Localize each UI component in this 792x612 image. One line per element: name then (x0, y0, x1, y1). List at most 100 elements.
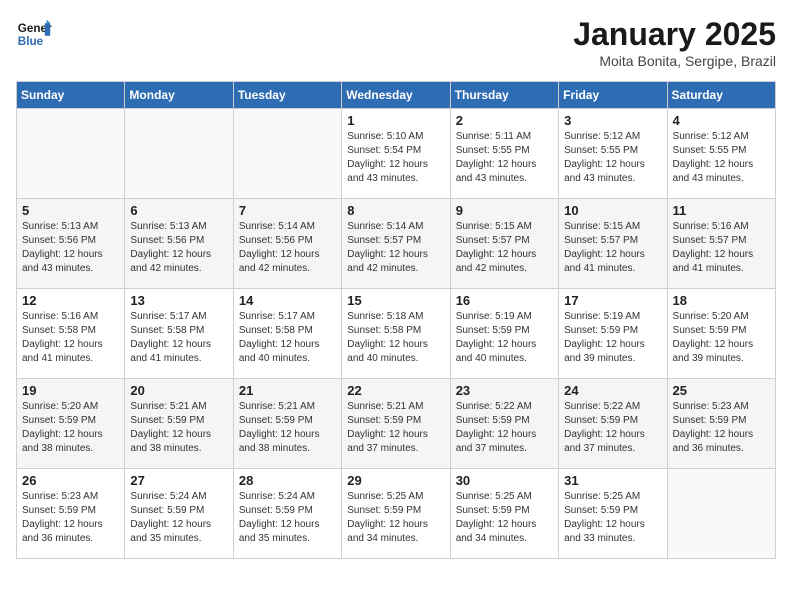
cell-info: Sunrise: 5:14 AMSunset: 5:57 PMDaylight:… (347, 220, 444, 276)
calendar-cell: 4 Sunrise: 5:12 AMSunset: 5:55 PMDaylight… (667, 109, 775, 199)
day-number: 27 (130, 473, 227, 488)
calendar-cell: 2 Sunrise: 5:11 AMSunset: 5:55 PMDaylight… (450, 109, 558, 199)
calendar-week-4: 19 Sunrise: 5:20 AMSunset: 5:59 PMDayligh… (17, 379, 776, 469)
day-number: 9 (456, 203, 553, 218)
day-number: 1 (347, 113, 444, 128)
day-number: 16 (456, 293, 553, 308)
day-number: 6 (130, 203, 227, 218)
weekday-header-monday: Monday (125, 82, 233, 109)
cell-info: Sunrise: 5:24 AMSunset: 5:59 PMDaylight:… (239, 490, 336, 546)
calendar-cell: 27Sunrise: 5:24 AMSunset: 5:59 PMDayligh… (125, 469, 233, 559)
day-number: 25 (673, 383, 770, 398)
calendar-cell: 1Sunrise: 5:10 AMSunset: 5:54 PMDaylight… (342, 109, 450, 199)
weekday-header-tuesday: Tuesday (233, 82, 341, 109)
calendar-cell: 7 Sunrise: 5:14 AMSunset: 5:56 PMDaylight… (233, 199, 341, 289)
calendar-cell: 6 Sunrise: 5:13 AMSunset: 5:56 PMDaylight… (125, 199, 233, 289)
day-number: 11 (673, 203, 770, 218)
calendar-cell: 23Sunrise: 5:22 AMSunset: 5:59 PMDayligh… (450, 379, 558, 469)
calendar-cell: 3 Sunrise: 5:12 AMSunset: 5:55 PMDaylight… (559, 109, 667, 199)
cell-info: Sunrise: 5:23 AMSunset: 5:59 PMDaylight:… (673, 400, 770, 456)
calendar-cell: 19 Sunrise: 5:20 AMSunset: 5:59 PMDayligh… (17, 379, 125, 469)
day-number: 20 (130, 383, 227, 398)
cell-info: Sunrise: 5:17 AMSunset: 5:58 PMDaylight:… (239, 310, 336, 366)
weekday-header-saturday: Saturday (667, 82, 775, 109)
cell-info: Sunrise: 5:14 AMSunset: 5:56 PMDaylight:… (239, 220, 336, 276)
cell-info: Sunrise: 5:13 AMSunset: 5:56 PMDaylight:… (130, 220, 227, 276)
calendar-cell: 5Sunrise: 5:13 AMSunset: 5:56 PMDaylight… (17, 199, 125, 289)
calendar-cell: 26Sunrise: 5:23 AMSunset: 5:59 PMDayligh… (17, 469, 125, 559)
cell-info: Sunrise: 5:15 AMSunset: 5:57 PMDaylight:… (456, 220, 553, 276)
calendar-cell (17, 109, 125, 199)
calendar-cell: 14 Sunrise: 5:17 AMSunset: 5:58 PMDayligh… (233, 289, 341, 379)
cell-info: Sunrise: 5:17 AMSunset: 5:58 PMDaylight:… (130, 310, 227, 366)
cell-info: Sunrise: 5:11 AMSunset: 5:55 PMDaylight:… (456, 130, 553, 186)
calendar-cell: 8 Sunrise: 5:14 AMSunset: 5:57 PMDaylight… (342, 199, 450, 289)
calendar-table: SundayMondayTuesdayWednesdayThursdayFrid… (16, 81, 776, 559)
calendar-cell: 13 Sunrise: 5:17 AMSunset: 5:58 PMDayligh… (125, 289, 233, 379)
day-number: 8 (347, 203, 444, 218)
day-number: 21 (239, 383, 336, 398)
calendar-cell: 10 Sunrise: 5:15 AMSunset: 5:57 PMDayligh… (559, 199, 667, 289)
day-number: 23 (456, 383, 553, 398)
cell-info: Sunrise: 5:25 AMSunset: 5:59 PMDaylight:… (564, 490, 661, 546)
calendar-cell: 25 Sunrise: 5:23 AMSunset: 5:59 PMDayligh… (667, 379, 775, 469)
cell-info: Sunrise: 5:16 AMSunset: 5:57 PMDaylight:… (673, 220, 770, 276)
day-number: 10 (564, 203, 661, 218)
weekday-header-sunday: Sunday (17, 82, 125, 109)
calendar-cell: 21 Sunrise: 5:21 AMSunset: 5:59 PMDayligh… (233, 379, 341, 469)
calendar-cell: 16 Sunrise: 5:19 AMSunset: 5:59 PMDayligh… (450, 289, 558, 379)
cell-info: Sunrise: 5:22 AMSunset: 5:59 PMDaylight:… (564, 400, 661, 456)
cell-info: Sunrise: 5:21 AMSunset: 5:59 PMDaylight:… (347, 400, 444, 456)
day-number: 26 (22, 473, 119, 488)
calendar-cell (233, 109, 341, 199)
calendar-cell (667, 469, 775, 559)
day-number: 7 (239, 203, 336, 218)
calendar-cell: 17Sunrise: 5:19 AMSunset: 5:59 PMDayligh… (559, 289, 667, 379)
cell-info: Sunrise: 5:25 AMSunset: 5:59 PMDaylight:… (347, 490, 444, 546)
svg-text:Blue: Blue (18, 35, 44, 48)
day-number: 30 (456, 473, 553, 488)
calendar-cell: 18Sunrise: 5:20 AMSunset: 5:59 PMDayligh… (667, 289, 775, 379)
day-number: 19 (22, 383, 119, 398)
calendar-cell: 12 Sunrise: 5:16 AMSunset: 5:58 PMDayligh… (17, 289, 125, 379)
cell-info: Sunrise: 5:19 AMSunset: 5:59 PMDaylight:… (564, 310, 661, 366)
calendar-title: January 2025 (573, 16, 776, 53)
cell-info: Sunrise: 5:18 AMSunset: 5:58 PMDaylight:… (347, 310, 444, 366)
cell-info: Sunrise: 5:12 AMSunset: 5:55 PMDaylight:… (673, 130, 770, 186)
calendar-cell: 9 Sunrise: 5:15 AMSunset: 5:57 PMDaylight… (450, 199, 558, 289)
day-number: 29 (347, 473, 444, 488)
cell-info: Sunrise: 5:15 AMSunset: 5:57 PMDaylight:… (564, 220, 661, 276)
day-number: 4 (673, 113, 770, 128)
calendar-cell: 28Sunrise: 5:24 AMSunset: 5:59 PMDayligh… (233, 469, 341, 559)
cell-info: Sunrise: 5:20 AMSunset: 5:59 PMDaylight:… (673, 310, 770, 366)
day-number: 13 (130, 293, 227, 308)
day-number: 15 (347, 293, 444, 308)
day-number: 22 (347, 383, 444, 398)
calendar-subtitle: Moita Bonita, Sergipe, Brazil (573, 53, 776, 69)
day-number: 12 (22, 293, 119, 308)
cell-info: Sunrise: 5:20 AMSunset: 5:59 PMDaylight:… (22, 400, 119, 456)
calendar-week-1: 1Sunrise: 5:10 AMSunset: 5:54 PMDaylight… (17, 109, 776, 199)
calendar-cell: 24Sunrise: 5:22 AMSunset: 5:59 PMDayligh… (559, 379, 667, 469)
day-number: 2 (456, 113, 553, 128)
day-number: 14 (239, 293, 336, 308)
calendar-cell: 30 Sunrise: 5:25 AMSunset: 5:59 PMDayligh… (450, 469, 558, 559)
cell-info: Sunrise: 5:16 AMSunset: 5:58 PMDaylight:… (22, 310, 119, 366)
logo: General Blue (16, 16, 52, 52)
cell-info: Sunrise: 5:21 AMSunset: 5:59 PMDaylight:… (130, 400, 227, 456)
calendar-week-2: 5 Sunrise: 5:13 AMSunset: 5:56 PMDaylight… (17, 199, 776, 289)
calendar-cell: 20 Sunrise: 5:21 AMSunset: 5:59 PMDayligh… (125, 379, 233, 469)
day-number: 3 (564, 113, 661, 128)
cell-info: Sunrise: 5:25 AMSunset: 5:59 PMDaylight:… (456, 490, 553, 546)
cell-info: Sunrise: 5:12 AMSunset: 5:55 PMDaylight:… (564, 130, 661, 186)
cell-info: Sunrise: 5:21 AMSunset: 5:59 PMDaylight:… (239, 400, 336, 456)
calendar-week-3: 12 Sunrise: 5:16 AMSunset: 5:58 PMDayligh… (17, 289, 776, 379)
title-block: January 2025 Moita Bonita, Sergipe, Braz… (573, 16, 776, 69)
day-number: 5 (22, 203, 119, 218)
cell-info: Sunrise: 5:19 AMSunset: 5:59 PMDaylight:… (456, 310, 553, 366)
calendar-cell: 11 Sunrise: 5:16 AMSunset: 5:57 PMDayligh… (667, 199, 775, 289)
calendar-cell (125, 109, 233, 199)
calendar-cell: 29 Sunrise: 5:25 AMSunset: 5:59 PMDayligh… (342, 469, 450, 559)
calendar-cell: 15 Sunrise: 5:18 AMSunset: 5:58 PMDayligh… (342, 289, 450, 379)
calendar-week-5: 26Sunrise: 5:23 AMSunset: 5:59 PMDayligh… (17, 469, 776, 559)
